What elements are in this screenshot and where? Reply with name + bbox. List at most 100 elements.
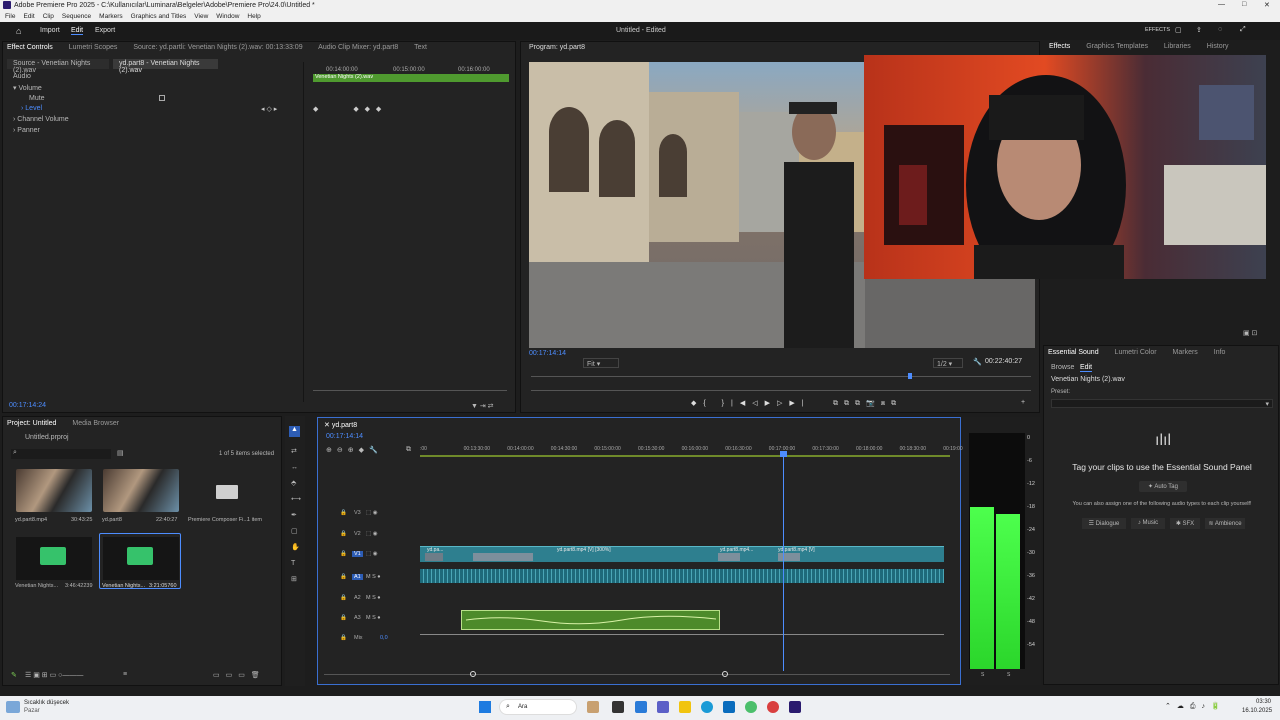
thumb-audio-1[interactable] <box>103 537 179 580</box>
fit-dropdown[interactable]: Fit ▾ <box>583 358 619 368</box>
folder-icon[interactable] <box>216 485 238 499</box>
music-button[interactable]: ♪ Music <box>1131 518 1165 529</box>
tab-info[interactable]: Info <box>1214 349 1226 356</box>
track-header-v3[interactable]: V3 🔒 ⬚ ◉ <box>322 509 418 521</box>
premiere-taskbar-icon[interactable] <box>789 701 801 713</box>
menu-clip[interactable]: Clip <box>43 13 54 20</box>
timeline-scrollbar[interactable] <box>324 674 950 675</box>
track-header-v1[interactable]: V1 🔒 ⬚ ◉ <box>322 550 418 562</box>
chrome-icon[interactable] <box>745 701 757 713</box>
ec-clip-bar[interactable]: Venetian Nights (2).wav <box>313 74 509 82</box>
ec-timecode[interactable]: 00:17:14:24 <box>9 402 46 409</box>
wrench-icon[interactable]: 🔧 <box>973 358 982 366</box>
store-icon[interactable] <box>723 701 735 713</box>
track-toggle-icons[interactable]: ⬚ ◉ <box>366 510 378 516</box>
timeline-ruler[interactable]: :00 00:13:30:00 00:14:00:00 00:14:30:00 00:1… <box>420 445 970 455</box>
row-volume[interactable]: ▾ Volume <box>13 84 42 92</box>
track-toggle-icons[interactable]: ⬚ ◉ <box>366 551 378 557</box>
filter-icon[interactable]: ▼ ⇥ ⇄ <box>471 402 494 410</box>
mute-checkbox[interactable] <box>159 95 165 101</box>
edge-icon[interactable] <box>701 701 713 713</box>
source-selector[interactable]: Source - Venetian Nights (2).wav <box>7 59 109 74</box>
timeline-timecode[interactable]: 00:17:14:14 <box>326 433 363 440</box>
menu-sequence[interactable]: Sequence <box>62 13 91 20</box>
row-level[interactable]: › Level <box>21 105 42 112</box>
menu-window[interactable]: Window <box>216 13 239 20</box>
sequence-tab[interactable]: ✕ yd.part8 <box>324 421 357 429</box>
home-icon[interactable]: ⌂ <box>16 26 21 36</box>
lock-icon[interactable]: 🔒 <box>340 574 347 580</box>
menu-file[interactable]: File <box>5 13 15 20</box>
tool-icons[interactable]: ⇄ ↔ ⬘ ⟷ ✒ ▢ ✋ T ⊞ <box>291 444 301 588</box>
a1-audio-clip[interactable] <box>420 569 944 583</box>
tab-text[interactable]: Text <box>414 44 427 51</box>
view-controls[interactable]: ☰ ▣ ⊞ ▭ ○——— <box>25 671 83 679</box>
track-header-mix[interactable]: Mix 🔒 0,0 <box>322 634 418 646</box>
import-tab[interactable]: Import <box>40 27 60 34</box>
tab-history[interactable]: History <box>1207 43 1229 50</box>
thumb-yd-part8[interactable] <box>103 469 179 512</box>
menu-markers[interactable]: Markers <box>99 13 122 20</box>
workspace-icon[interactable]: ▢ <box>1175 26 1182 34</box>
tab-audio-clip-mixer[interactable]: Audio Clip Mixer: yd.part8 <box>318 44 398 51</box>
meter-solo-left[interactable]: S <box>981 672 984 678</box>
copilot-icon[interactable] <box>635 701 647 713</box>
track-header-a1[interactable]: A1 🔒 M S ● <box>322 573 418 585</box>
close-button[interactable]: ✕ <box>1264 1 1270 9</box>
edit-tab[interactable]: Edit <box>71 27 84 35</box>
system-tray-icons[interactable]: ⌃☁⎙♪🔋 <box>1165 702 1226 711</box>
menu-edit[interactable]: Edit <box>23 13 34 20</box>
new-bin-icon[interactable]: ▤ <box>117 449 124 457</box>
ec-scroll-track[interactable] <box>313 390 507 391</box>
mix-value[interactable]: 0,0 <box>380 635 388 641</box>
work-area-bar[interactable] <box>420 455 950 457</box>
track-toggle-icons[interactable]: M S ● <box>366 595 381 601</box>
menu-view[interactable]: View <box>194 13 208 20</box>
lock-icon[interactable]: 🔒 <box>340 531 347 537</box>
tab-media-browser[interactable]: Media Browser <box>72 420 119 427</box>
auto-tag-button[interactable]: ✦ Auto Tag <box>1139 481 1187 492</box>
program-playhead[interactable] <box>908 373 912 379</box>
selection-tool-icon[interactable]: ▲ <box>289 426 300 437</box>
lock-icon[interactable]: 🔒 <box>340 551 347 557</box>
taskbar-search-input[interactable]: ⌕ Ara <box>499 699 577 715</box>
lock-icon[interactable]: 🔒 <box>340 595 347 601</box>
row-channel-volume[interactable]: › Channel Volume <box>13 116 69 123</box>
tab-markers[interactable]: Markers <box>1173 349 1198 356</box>
minimize-button[interactable]: — <box>1218 1 1225 8</box>
maximize-button[interactable]: □ <box>1242 1 1246 8</box>
windows-start-icon[interactable] <box>479 701 491 713</box>
track-toggle-icons[interactable]: ⬚ ◉ <box>366 531 378 537</box>
track-label[interactable]: A1 <box>352 574 363 580</box>
share-icon[interactable]: ⇪ <box>1196 26 1202 34</box>
track-toggle-icons[interactable]: M S ● <box>366 615 381 621</box>
clip-selector[interactable]: yd.part8 - Venetian Nights (2).wav <box>113 59 218 74</box>
tab-project[interactable]: Project: Untitled <box>7 420 56 427</box>
settings-icon[interactable]: ⧉ <box>406 446 411 454</box>
track-label[interactable]: A3 <box>352 615 363 621</box>
lock-icon[interactable]: 🔒 <box>340 510 347 516</box>
progress-icon[interactable]: ◌ <box>1218 26 1222 33</box>
quality-dropdown[interactable]: 1/2 ▾ <box>933 358 963 368</box>
thumb-audio-0[interactable] <box>16 537 92 580</box>
thumb-yd-part8-mp4[interactable] <box>16 469 92 512</box>
track-label[interactable]: A2 <box>352 595 363 601</box>
tab-source[interactable]: Source: yd.partli: Venetian Nights (2).w… <box>133 44 302 51</box>
task-view-icon[interactable] <box>612 701 624 713</box>
export-tab[interactable]: Export <box>95 27 115 34</box>
add-button[interactable]: + <box>1021 399 1025 406</box>
export-controls[interactable]: ⧉⧉⧉📷⧈⧉ <box>833 399 902 408</box>
project-search-input[interactable]: ⌕ <box>11 449 111 459</box>
keyframes[interactable]: ◆ ◆ ◆ ◆ <box>313 105 381 113</box>
playhead-handle[interactable] <box>780 451 787 457</box>
track-label[interactable]: Mix <box>352 635 365 641</box>
row-mute[interactable]: Mute <box>29 95 45 102</box>
menu-graphics-and-titles[interactable]: Graphics and Titles <box>131 13 187 20</box>
timeline-tools[interactable]: ⊕⊖⊕◆🔧 <box>326 446 383 454</box>
folder-icon[interactable]: ▣ ⊡ <box>1243 329 1257 337</box>
tab-effect-controls[interactable]: Effect Controls <box>7 44 53 51</box>
sfx-button[interactable]: ✱ SFX <box>1170 518 1200 529</box>
tab-essential-sound[interactable]: Essential Sound <box>1048 349 1099 356</box>
track-header-v2[interactable]: V2 🔒 ⬚ ◉ <box>322 530 418 542</box>
file-explorer-icon[interactable] <box>679 701 691 713</box>
